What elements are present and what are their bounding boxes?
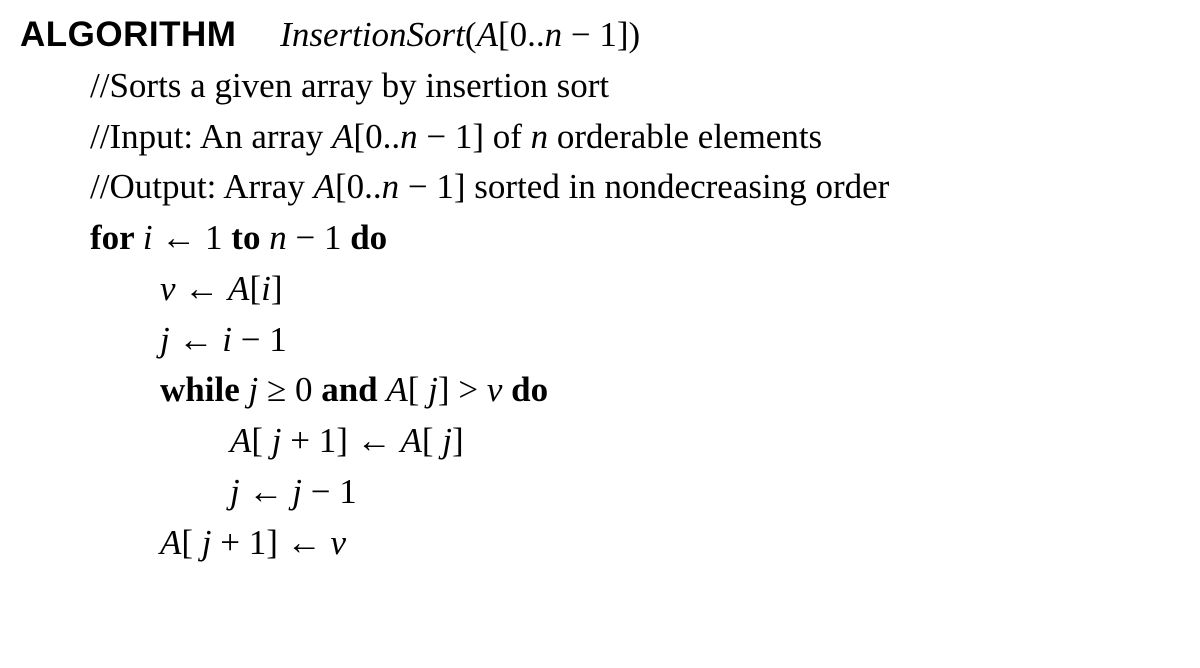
- var-A: A: [230, 421, 251, 460]
- var-n: n: [400, 117, 418, 156]
- comment-input: //Input: An array A[0..n − 1] of n order…: [20, 112, 1180, 163]
- minus-one: − 1: [302, 472, 357, 511]
- comment-output: //Output: Array A[0..n − 1] sorted in no…: [20, 162, 1180, 213]
- var-A: A: [160, 523, 181, 562]
- range-zero: 0..: [347, 167, 382, 206]
- plus-one: + 1: [282, 421, 337, 460]
- keyword-while: while: [160, 370, 248, 409]
- bracket-open: [: [498, 15, 510, 54]
- var-i: i: [222, 320, 232, 359]
- var-j2: j: [419, 370, 437, 409]
- var-i: i: [143, 218, 153, 257]
- assign-arrow: ←: [153, 218, 206, 257]
- bracket-open: [: [251, 421, 263, 460]
- range-tail: − 1]: [399, 167, 465, 206]
- paren-open: (: [465, 15, 477, 54]
- var-j: j: [193, 523, 211, 562]
- bracket-close: ]: [266, 523, 278, 562]
- comment-mid: of: [484, 117, 531, 156]
- while-loop: while j ≥ 0 and A[ j] > v do: [20, 365, 1180, 416]
- var-v: v: [330, 523, 346, 562]
- var-j: j: [248, 370, 258, 409]
- comment-post: sorted in nondecreasing order: [466, 167, 890, 206]
- stmt-place-v: A[ j + 1] ← v: [20, 518, 1180, 569]
- arg-n: n: [545, 15, 563, 54]
- keyword-for: for: [90, 218, 143, 257]
- arg-range: 0..: [510, 15, 545, 54]
- keyword-do: do: [341, 218, 387, 257]
- var-A: A: [332, 117, 353, 156]
- comment-input-pre: //Input: An array: [90, 117, 332, 156]
- var-n2: n: [531, 117, 549, 156]
- algorithm-pseudocode: ALGORITHM InsertionSort(A[0..n − 1]) //S…: [0, 0, 1200, 568]
- bracket-close: ]: [336, 421, 348, 460]
- minus-one: − 1: [287, 218, 342, 257]
- stmt-v-assign: v ← A[i]: [20, 264, 1180, 315]
- assign-arrow: ←: [348, 421, 401, 460]
- keyword-to: to: [223, 218, 270, 257]
- minus-one: − 1: [232, 320, 287, 359]
- bracket-open: [: [353, 117, 365, 156]
- stmt-j-dec: j ← j − 1: [20, 467, 1180, 518]
- paren-close: ): [629, 15, 641, 54]
- var-n: n: [269, 218, 287, 257]
- bracket-close: ]: [617, 15, 629, 54]
- var-v: v: [487, 370, 503, 409]
- keyword-do: do: [502, 370, 548, 409]
- comment-description: //Sorts a given array by insertion sort: [20, 61, 1180, 112]
- var-A: A: [386, 370, 407, 409]
- arg-A: A: [477, 15, 498, 54]
- var-j2: j: [292, 472, 302, 511]
- op-gt: >: [450, 370, 487, 409]
- var-v: v: [160, 269, 176, 308]
- literal-zero: 0: [295, 370, 313, 409]
- range-tail: − 1]: [418, 117, 484, 156]
- algorithm-title: ALGORITHM InsertionSort(A[0..n − 1]): [20, 10, 1180, 61]
- arg-minus1: − 1: [562, 15, 617, 54]
- var-j: j: [263, 421, 281, 460]
- plus-one: + 1: [212, 523, 267, 562]
- comment-output-pre: //Output: Array: [90, 167, 314, 206]
- op-geq: ≥: [258, 370, 295, 409]
- bracket-open: [: [181, 523, 193, 562]
- assign-arrow: ←: [240, 472, 293, 511]
- var-A: A: [314, 167, 335, 206]
- var-j2: j: [433, 421, 451, 460]
- stmt-shift: A[ j + 1] ← A[ j]: [20, 416, 1180, 467]
- bracket-close: ]: [438, 370, 450, 409]
- var-i: i: [261, 269, 271, 308]
- keyword-and: and: [312, 370, 386, 409]
- var-j: j: [160, 320, 170, 359]
- var-A: A: [228, 269, 249, 308]
- bracket-close2: ]: [452, 421, 464, 460]
- assign-arrow: ←: [170, 320, 223, 359]
- bracket-open2: [: [422, 421, 434, 460]
- for-loop: for i ← 1 to n − 1 do: [20, 213, 1180, 264]
- comment-text: //Sorts a given array by insertion sort: [90, 66, 609, 105]
- bracket-close: ]: [271, 269, 283, 308]
- comment-post: orderable elements: [548, 117, 822, 156]
- algorithm-keyword: ALGORITHM: [20, 15, 236, 54]
- algorithm-name: InsertionSort: [280, 15, 465, 54]
- bracket-open: [: [408, 370, 420, 409]
- bracket-open: [: [335, 167, 347, 206]
- bracket-open: [: [249, 269, 261, 308]
- var-A2: A: [400, 421, 421, 460]
- var-n: n: [382, 167, 400, 206]
- stmt-j-assign: j ← i − 1: [20, 315, 1180, 366]
- range-zero: 0..: [365, 117, 400, 156]
- assign-arrow: ←: [278, 523, 331, 562]
- var-j: j: [230, 472, 240, 511]
- assign-arrow: ←: [176, 269, 229, 308]
- literal-one: 1: [205, 218, 223, 257]
